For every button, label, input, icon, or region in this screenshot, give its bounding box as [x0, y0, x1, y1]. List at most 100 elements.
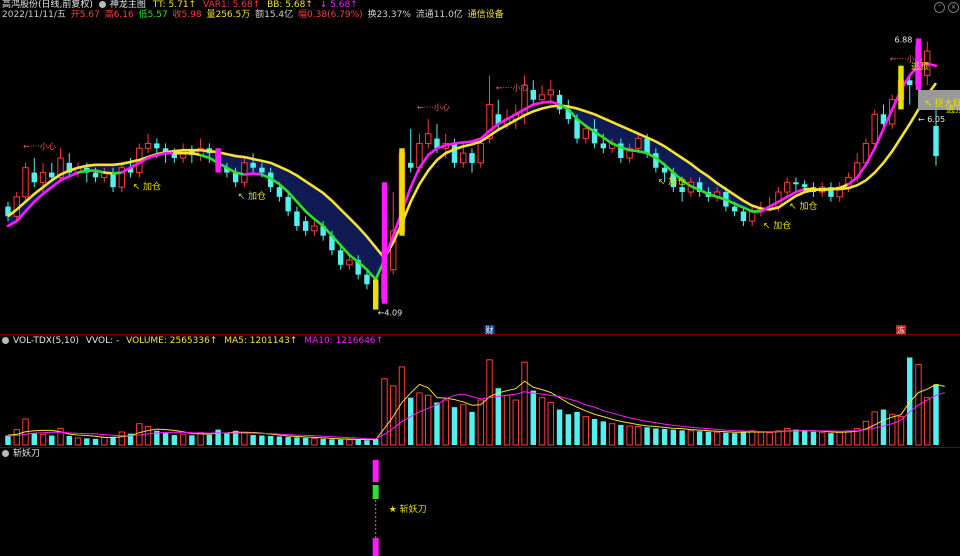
volume-bar: [538, 397, 546, 446]
volume-bar: [425, 394, 432, 446]
candle-body: [635, 138, 642, 149]
candle-body: [364, 274, 370, 285]
volume-bar: [477, 399, 484, 446]
candle-body: [241, 162, 248, 183]
candle-body: [302, 221, 309, 231]
ma-trend-segment: [531, 101, 544, 106]
ma-trend-segment: [251, 172, 264, 176]
candle-body: [933, 125, 939, 157]
candle-body: [294, 211, 300, 226]
candle-body: [477, 142, 484, 164]
candle-body: [644, 138, 650, 154]
volume-bar: [241, 432, 248, 446]
volume-bar: [547, 401, 555, 446]
candle-body: [92, 172, 99, 178]
volume-bar: [442, 399, 449, 446]
volume-bar: [267, 436, 274, 445]
volume-bar: [635, 426, 642, 446]
max-price-label: 6.88: [894, 36, 912, 45]
min-price-label: ←4.09: [378, 309, 403, 318]
volume-bar: [416, 392, 423, 446]
volume-bar: [189, 435, 195, 445]
volume-bar: [740, 431, 747, 445]
annotation-label: ←····小心: [890, 54, 923, 63]
volume-bar: [810, 431, 817, 445]
volume-bar: [57, 427, 64, 446]
candle-body: [346, 259, 353, 266]
volume-bar: [118, 431, 126, 446]
volume-bar: [644, 427, 650, 445]
candle-body: [679, 187, 685, 192]
volume-bar: [320, 438, 326, 445]
volume-bar: [179, 433, 187, 446]
candle-body: [31, 172, 37, 183]
volume-bar: [224, 433, 230, 445]
volume-bar: [66, 436, 72, 445]
volume-bar: [302, 437, 309, 445]
volume-bar: [793, 429, 799, 445]
volume-bar: [486, 359, 493, 446]
signal-bar: [381, 182, 388, 304]
candle-body: [460, 152, 467, 164]
annotation-label: ←····小心: [23, 142, 56, 151]
volume-bar: [197, 432, 204, 446]
volume-bar: [329, 439, 335, 445]
volume-bar: [591, 418, 598, 445]
volume-bar: [451, 407, 458, 445]
volume-bar: [276, 436, 283, 445]
volume-bar: [294, 437, 300, 445]
candle-body: [22, 167, 29, 198]
volume-bar: [626, 425, 633, 446]
annotation-label: ↖ 加仓: [238, 190, 266, 202]
volume-bar: [460, 404, 467, 446]
ma-trend-segment: [453, 141, 465, 145]
signal-segment-mid: [372, 485, 379, 499]
volume-bar: [389, 385, 397, 446]
volume-bar: [600, 421, 607, 445]
annotation-label: ↖ 加仓: [789, 200, 817, 212]
candle-body: [39, 172, 47, 183]
candle-body: [285, 196, 291, 212]
volume-bar: [679, 430, 685, 445]
candle-body: [740, 211, 747, 222]
candle-body: [871, 113, 878, 144]
volume-bar: [259, 435, 265, 445]
volume-bar: [713, 431, 721, 446]
candle-body: [783, 181, 791, 193]
candle-body: [276, 187, 283, 197]
volume-bar: [565, 414, 572, 445]
candle-body: [748, 210, 756, 222]
ma-trend-segment: [111, 171, 124, 175]
volume-bar: [862, 420, 870, 446]
signal-segment-top: [372, 460, 379, 482]
candle-body: [556, 94, 563, 110]
signal-bar: [215, 148, 221, 173]
volume-bar: [731, 433, 738, 445]
volume-bar: [101, 436, 108, 446]
volume-bar: [31, 433, 37, 445]
volume-bar: [661, 428, 668, 445]
annotation-label: ↖ 加仓: [658, 176, 686, 188]
volume-bar: [215, 429, 221, 445]
volume-bar: [687, 430, 695, 446]
volume-bar: [828, 433, 834, 445]
volume-bar: [285, 436, 291, 445]
signal-segment-bottom: [372, 538, 379, 556]
price-tag-label: ← 6.05: [918, 115, 945, 124]
volume-bar: [92, 438, 99, 445]
ma-trend-segment: [812, 187, 824, 192]
volume-bar: [766, 432, 773, 446]
volume-bar: [346, 439, 353, 446]
candle-body: [250, 162, 256, 168]
chart-canvas[interactable]: 6.88←4.09← 6.05↖ 加仓↖ 加仓↖ 加仓↖ 加仓↖ 加仓逃顶逃顶↖…: [0, 0, 960, 556]
candle-body: [731, 206, 738, 212]
candle-body: [311, 225, 318, 232]
volume-bar: [670, 429, 677, 445]
candle-body: [144, 142, 152, 149]
volume-bar: [74, 437, 82, 446]
candle-body: [154, 143, 160, 149]
volume-bar: [582, 416, 590, 446]
volume-bar: [818, 432, 826, 446]
volume-bar: [748, 430, 756, 446]
volume-bar: [556, 409, 563, 445]
